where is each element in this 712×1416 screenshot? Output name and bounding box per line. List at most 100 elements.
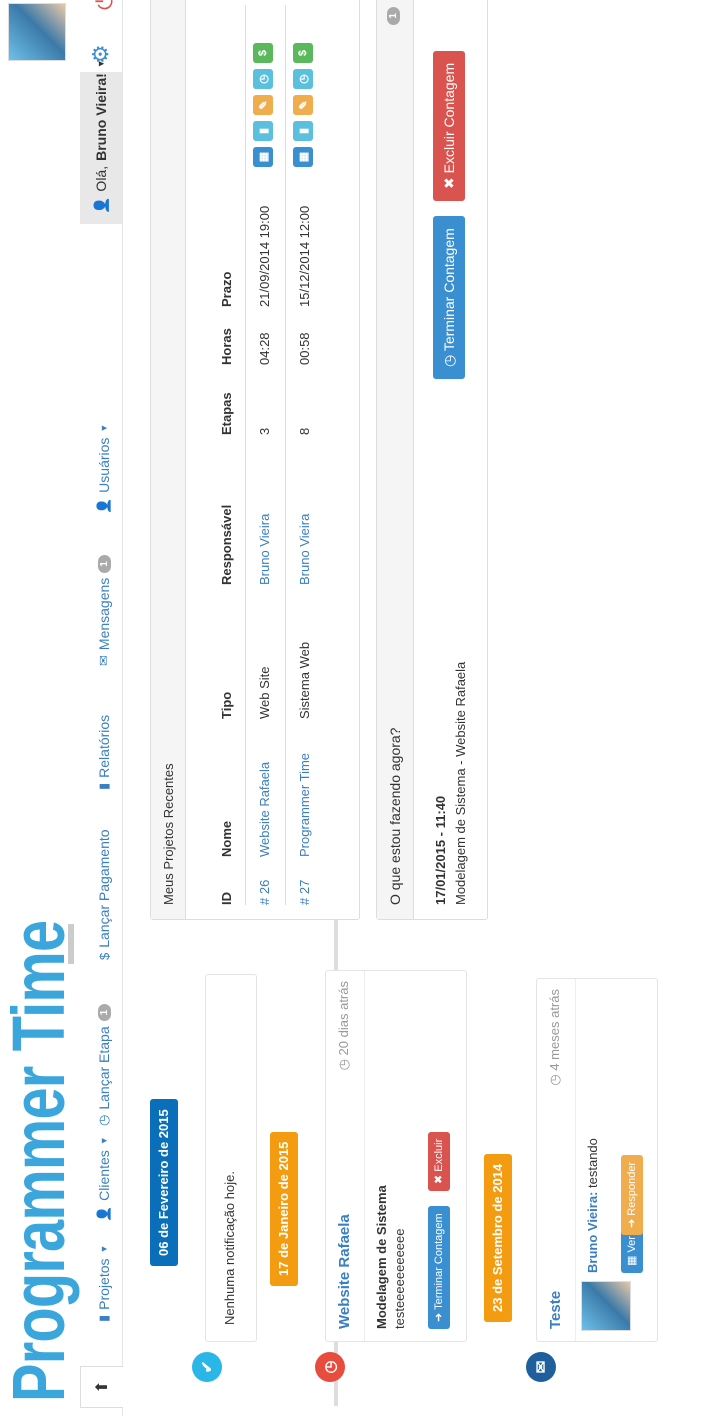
clock-icon: ◷ <box>96 1114 111 1126</box>
card-title[interactable]: Teste <box>547 1291 564 1329</box>
dollar-icon: $ <box>96 952 112 960</box>
now-task: Modelagem de Sistema - Website Rafaela <box>453 661 468 905</box>
row-horas: 04:28 <box>257 332 272 365</box>
nav-lancar-etapa[interactable]: ◷ Lançar Etapa 1 <box>92 1003 116 1126</box>
timeline-card-message: Teste ◷ 4 meses atrás Bruno Vieira: test… <box>536 978 658 1342</box>
file-icon[interactable]: ▮ <box>293 121 313 141</box>
nav-usuarios[interactable]: 👤 Usuários ▼ <box>92 424 116 514</box>
timeline-date: 17 de Janeiro de 2015 <box>270 1131 298 1286</box>
now-datetime: 17/01/2015 - 11:40 <box>433 795 448 905</box>
view-icon[interactable]: ▦ <box>253 147 273 167</box>
terminar-contagem-button[interactable]: ➜ Terminar Contagem <box>428 1206 450 1329</box>
terminar-contagem-button[interactable]: ◷ Terminar Contagem <box>433 216 465 379</box>
nav-mensagens[interactable]: ✉ Mensagens 1 <box>92 555 116 666</box>
clock-icon[interactable]: ◷ <box>293 69 313 89</box>
page: Programmer Time ⚙ ⏻ ⬆ ▮ Projetos ▼ 👤 Cli… <box>0 0 712 1416</box>
divider <box>285 5 286 905</box>
col-horas: Horas <box>219 328 234 365</box>
clock-icon: ◷ <box>547 1070 562 1086</box>
clock-icon: ◷ <box>315 1352 345 1382</box>
panel-header: O que estou fazendo agora? 1 <box>377 0 414 919</box>
col-id: ID <box>219 892 234 905</box>
check-icon: ✔ <box>192 1352 222 1382</box>
projects-panel: Meus Projetos Recentes ID Nome Tipo Resp… <box>150 0 360 920</box>
lancar-etapa-badge: 1 <box>97 1003 111 1022</box>
home-button[interactable]: ⬆ <box>80 1366 123 1408</box>
pencil-icon[interactable]: ✎ <box>253 95 273 115</box>
excluir-button[interactable]: ✖ Excluir <box>428 1131 450 1191</box>
timeline-date: 23 de Setembro de 2014 <box>484 1153 512 1322</box>
nav-projetos[interactable]: ▮ Projetos ▼ <box>92 1245 116 1322</box>
pencil-icon[interactable]: ✎ <box>293 95 313 115</box>
card-title[interactable]: Website Rafaela <box>336 1214 353 1329</box>
nav-clientes[interactable]: 👤 Clientes ▼ <box>92 1136 116 1222</box>
panel-title: Meus Projetos Recentes <box>161 763 176 905</box>
card-subtitle: Modelagem de Sistema <box>374 1185 389 1329</box>
timeline-card-project: Website Rafaela ◷ 20 dias atrás Modelage… <box>325 970 467 1342</box>
card-header: Teste ◷ 4 meses atrás <box>537 979 576 1341</box>
avatar[interactable] <box>8 3 66 61</box>
mensagens-badge: 1 <box>97 555 111 573</box>
file-icon[interactable]: ▮ <box>253 121 273 141</box>
now-panel: O que estou fazendo agora? 1 17/01/2015 … <box>376 0 488 920</box>
row-responsavel[interactable]: Bruno Vieira <box>297 514 312 585</box>
row-prazo: 21/09/2014 19:00 <box>257 205 272 307</box>
row-prazo: 15/12/2014 12:00 <box>297 205 312 307</box>
card-header: Website Rafaela ◷ 20 dias atrás <box>326 971 365 1341</box>
envelope-icon: ✉ <box>526 1352 556 1382</box>
chevron-down-icon: ▼ <box>99 423 109 433</box>
file-icon: ▮ <box>96 1314 111 1322</box>
logo-underline <box>68 924 74 964</box>
view-icon[interactable]: ▦ <box>293 147 313 167</box>
row-responsavel[interactable]: Bruno Vieira <box>257 514 272 585</box>
card-text: testeeeeeeeeeee <box>392 1228 407 1329</box>
chevron-down-icon: ▼ <box>99 1136 109 1146</box>
row-nome[interactable]: Website Rafaela <box>257 762 272 857</box>
dollar-icon[interactable]: $ <box>293 43 313 63</box>
chevron-down-icon: ▼ <box>99 1244 109 1254</box>
row-tipo: Web Site <box>257 666 272 719</box>
user-menu[interactable]: 👤 Olá, Bruno Vieira! ▼ <box>80 59 122 224</box>
user-icon: 👤 <box>92 196 109 214</box>
envelope-icon: ✉ <box>96 655 111 666</box>
row-id[interactable]: # 26 <box>257 880 272 905</box>
chevron-down-icon: ▼ <box>96 59 106 69</box>
row-nome[interactable]: Programmer Time <box>297 753 312 857</box>
empty-notice: Nenhuma notificação hoje. <box>222 1171 237 1325</box>
user-icon: 👤 <box>96 1205 111 1222</box>
clock-icon: ◷ <box>336 1055 351 1071</box>
responder-button[interactable]: ➜ Responder <box>621 1154 643 1235</box>
col-nome: Nome <box>219 820 234 857</box>
avatar <box>581 1281 631 1331</box>
card-time: ◷ 4 meses atrás <box>547 989 562 1086</box>
message-line: Bruno Vieira: testando <box>585 1138 600 1273</box>
row-tipo: Sistema Web <box>297 641 312 719</box>
excluir-contagem-button[interactable]: ✖ Excluir Contagem <box>433 50 465 201</box>
row-id[interactable]: # 27 <box>297 880 312 905</box>
dollar-icon[interactable]: $ <box>253 43 273 63</box>
row-etapas: 3 <box>257 427 272 435</box>
now-badge: 1 <box>387 7 400 25</box>
file-icon: ▮ <box>96 782 111 790</box>
nav-lancar-pagamento[interactable]: $ Lançar Pagamento <box>92 829 116 960</box>
timeline-card-empty: Nenhuma notificação hoje. <box>205 974 257 1342</box>
greeting: Olá, <box>93 165 109 192</box>
row-horas: 00:58 <box>297 332 312 365</box>
ver-button[interactable]: ▦ Ver <box>621 1229 643 1273</box>
col-responsavel: Responsável <box>219 504 234 585</box>
row-etapas: 8 <box>297 427 312 435</box>
col-tipo: Tipo <box>219 691 234 719</box>
user-icon: 👤 <box>96 497 111 514</box>
nav-relatorios[interactable]: ▮ Relatórios <box>92 715 116 790</box>
panel-header: Meus Projetos Recentes <box>151 0 186 919</box>
timeline-date: 06 de Fevereiro de 2015 <box>150 1099 178 1266</box>
divider <box>245 5 246 905</box>
clock-icon[interactable]: ◷ <box>253 69 273 89</box>
col-prazo: Prazo <box>219 271 234 307</box>
app-logo: Programmer Time <box>0 920 80 1402</box>
col-etapas: Etapas <box>219 392 234 435</box>
card-time: ◷ 20 dias atrás <box>336 981 351 1071</box>
home-icon: ⬆ <box>94 1380 111 1394</box>
panel-title: O que estou fazendo agora? <box>387 727 403 905</box>
user-name: Bruno Vieira! <box>93 73 109 161</box>
